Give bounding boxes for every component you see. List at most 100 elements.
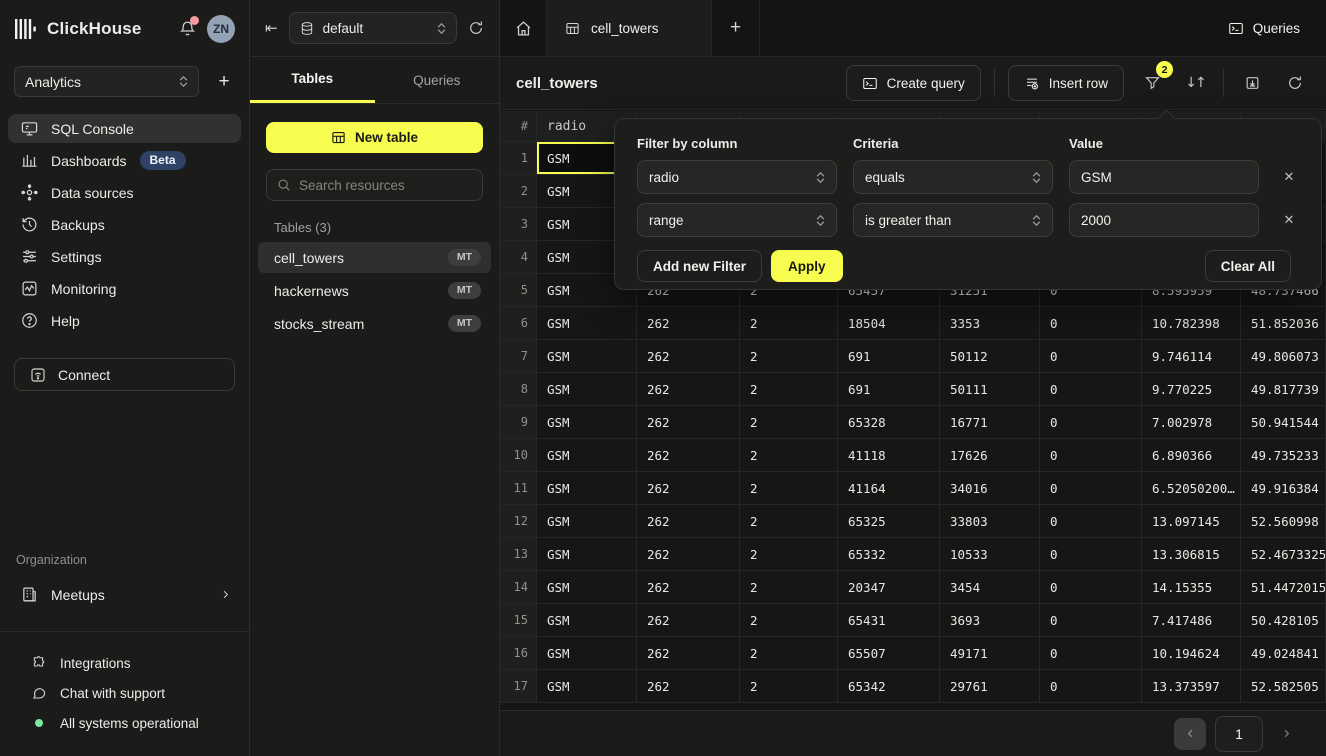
table-cell[interactable]: 262 bbox=[637, 637, 740, 670]
table-cell[interactable]: 65431 bbox=[838, 604, 940, 637]
table-cell[interactable]: GSM bbox=[537, 505, 637, 538]
table-cell[interactable]: 262 bbox=[637, 670, 740, 703]
sort-button[interactable]: ↓↑ bbox=[1180, 68, 1210, 98]
refresh-table-button[interactable] bbox=[1280, 68, 1310, 98]
table-cell[interactable]: 52.4673325 bbox=[1241, 538, 1326, 571]
table-cell[interactable]: 262 bbox=[637, 439, 740, 472]
table-cell[interactable]: 2 bbox=[740, 670, 838, 703]
table-cell[interactable]: 2 bbox=[740, 637, 838, 670]
table-cell[interactable]: 65342 bbox=[838, 670, 940, 703]
sidebar-item-data-sources[interactable]: Data sources bbox=[8, 178, 241, 207]
table-cell[interactable]: 2 bbox=[740, 307, 838, 340]
table-cell[interactable]: 9.770225 bbox=[1142, 373, 1241, 406]
table-cell[interactable]: 10533 bbox=[940, 538, 1040, 571]
table-cell[interactable]: 13.097145 bbox=[1142, 505, 1241, 538]
table-cell[interactable]: 0 bbox=[1040, 307, 1142, 340]
table-list-item-stocks-stream[interactable]: stocks_stream MT bbox=[258, 308, 491, 339]
table-cell[interactable]: 0 bbox=[1040, 538, 1142, 571]
add-workspace-button[interactable]: + bbox=[213, 71, 235, 93]
table-cell[interactable]: 49.735233 bbox=[1241, 439, 1326, 472]
table-cell[interactable]: 262 bbox=[637, 340, 740, 373]
chat-support-link[interactable]: Chat with support bbox=[0, 678, 249, 708]
filter-column-select[interactable]: radio bbox=[637, 160, 837, 194]
integrations-link[interactable]: Integrations bbox=[0, 648, 249, 678]
table-cell[interactable]: 52.582505 bbox=[1241, 670, 1326, 703]
download-button[interactable] bbox=[1237, 68, 1267, 98]
table-cell[interactable]: 34016 bbox=[940, 472, 1040, 505]
table-cell[interactable]: GSM bbox=[537, 571, 637, 604]
table-cell[interactable]: 10.194624 bbox=[1142, 637, 1241, 670]
table-cell[interactable]: 2 bbox=[740, 571, 838, 604]
filter-value-input[interactable] bbox=[1069, 203, 1259, 237]
sidebar-item-help[interactable]: Help bbox=[8, 306, 241, 335]
filter-value-input[interactable] bbox=[1069, 160, 1259, 194]
sidebar-item-sql-console[interactable]: SQL Console bbox=[8, 114, 241, 143]
sidebar-item-dashboards[interactable]: Dashboards Beta bbox=[8, 146, 241, 175]
table-cell[interactable]: 50.941544 bbox=[1241, 406, 1326, 439]
remove-filter-icon[interactable]: ✕ bbox=[1275, 163, 1303, 191]
table-cell[interactable]: 2 bbox=[740, 373, 838, 406]
search-box[interactable] bbox=[266, 169, 483, 201]
table-cell[interactable]: 51.4472015 bbox=[1241, 571, 1326, 604]
filter-column-select[interactable]: range bbox=[637, 203, 837, 237]
table-cell[interactable]: GSM bbox=[537, 604, 637, 637]
table-cell[interactable]: 6.52050200… bbox=[1142, 472, 1241, 505]
collapse-panel-icon[interactable]: ⇤ bbox=[265, 19, 278, 37]
table-cell[interactable]: 49.024841 bbox=[1241, 637, 1326, 670]
table-cell[interactable]: 13.373597 bbox=[1142, 670, 1241, 703]
table-cell[interactable]: GSM bbox=[537, 406, 637, 439]
table-cell[interactable]: 65507 bbox=[838, 637, 940, 670]
table-cell[interactable]: 0 bbox=[1040, 670, 1142, 703]
sidebar-item-backups[interactable]: Backups bbox=[8, 210, 241, 239]
table-cell[interactable]: 0 bbox=[1040, 472, 1142, 505]
table-cell[interactable]: 2 bbox=[740, 505, 838, 538]
table-cell[interactable]: 17626 bbox=[940, 439, 1040, 472]
system-status[interactable]: All systems operational bbox=[0, 708, 249, 738]
table-cell[interactable]: 691 bbox=[838, 340, 940, 373]
table-cell[interactable]: 16771 bbox=[940, 406, 1040, 439]
database-select[interactable]: default bbox=[289, 12, 457, 44]
table-cell[interactable]: 0 bbox=[1040, 439, 1142, 472]
table-cell[interactable]: 49.806073 bbox=[1241, 340, 1326, 373]
tab-tables[interactable]: Tables bbox=[250, 57, 375, 103]
queries-button[interactable]: Queries bbox=[1228, 21, 1300, 36]
table-cell[interactable]: 41118 bbox=[838, 439, 940, 472]
table-cell[interactable]: 52.560998 bbox=[1241, 505, 1326, 538]
table-cell[interactable]: 65325 bbox=[838, 505, 940, 538]
table-cell[interactable]: 7.002978 bbox=[1142, 406, 1241, 439]
open-tab-cell-towers[interactable]: cell_towers bbox=[547, 0, 712, 56]
table-cell[interactable]: GSM bbox=[537, 670, 637, 703]
create-query-button[interactable]: Create query bbox=[846, 65, 981, 101]
table-cell[interactable]: 65328 bbox=[838, 406, 940, 439]
filter-criteria-select[interactable]: equals bbox=[853, 160, 1053, 194]
remove-filter-icon[interactable]: ✕ bbox=[1275, 206, 1303, 234]
table-cell[interactable]: 9.746114 bbox=[1142, 340, 1241, 373]
new-tab-button[interactable]: + bbox=[712, 0, 760, 56]
table-cell[interactable]: 49.817739 bbox=[1241, 373, 1326, 406]
table-cell[interactable]: GSM bbox=[537, 472, 637, 505]
sidebar-item-meetups[interactable]: Meetups bbox=[8, 579, 241, 610]
current-page-button[interactable]: 1 bbox=[1215, 716, 1263, 752]
table-cell[interactable]: 29761 bbox=[940, 670, 1040, 703]
table-cell[interactable]: 3353 bbox=[940, 307, 1040, 340]
table-cell[interactable]: 10.782398 bbox=[1142, 307, 1241, 340]
table-cell[interactable]: 0 bbox=[1040, 340, 1142, 373]
table-cell[interactable]: GSM bbox=[537, 373, 637, 406]
table-cell[interactable]: 49171 bbox=[940, 637, 1040, 670]
table-cell[interactable]: 50.428105 bbox=[1241, 604, 1326, 637]
table-cell[interactable]: 2 bbox=[740, 604, 838, 637]
table-cell[interactable]: 262 bbox=[637, 571, 740, 604]
table-cell[interactable]: GSM bbox=[537, 637, 637, 670]
table-cell[interactable]: 20347 bbox=[838, 571, 940, 604]
table-cell[interactable]: 50111 bbox=[940, 373, 1040, 406]
table-cell[interactable]: 0 bbox=[1040, 505, 1142, 538]
table-cell[interactable]: GSM bbox=[537, 340, 637, 373]
previous-page-button[interactable] bbox=[1174, 718, 1206, 750]
table-list-item-cell-towers[interactable]: cell_towers MT bbox=[258, 242, 491, 273]
table-cell[interactable]: 2 bbox=[740, 439, 838, 472]
search-input[interactable] bbox=[299, 178, 476, 193]
table-cell[interactable]: 41164 bbox=[838, 472, 940, 505]
connect-button[interactable]: Connect bbox=[14, 358, 235, 391]
apply-button[interactable]: Apply bbox=[771, 250, 843, 282]
sidebar-item-settings[interactable]: Settings bbox=[8, 242, 241, 271]
